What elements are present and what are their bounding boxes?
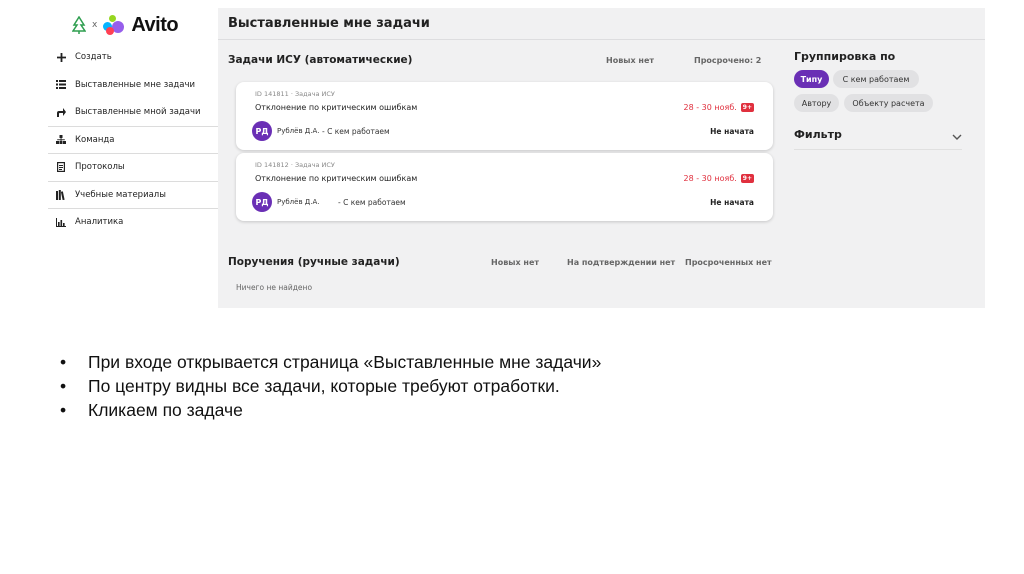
group-chip-author[interactable]: Автору — [794, 94, 839, 112]
forward-arrow-icon — [56, 107, 66, 117]
page-title: Выставленные мне задачи — [228, 16, 430, 31]
sidebar-item-assigned-by-me[interactable]: Выставленные мной задачи — [48, 99, 218, 127]
task-date: 28 - 30 нояб. 9+ — [683, 103, 754, 112]
sidebar-item-label: Аналитика — [75, 217, 124, 228]
chart-icon — [56, 217, 66, 227]
sidebar-item-label: Учебные материалы — [75, 189, 166, 200]
task-date-text: 28 - 30 нояб. — [683, 103, 737, 112]
team-icon — [56, 135, 66, 145]
sidebar-item-learning[interactable]: Учебные материалы — [48, 182, 218, 209]
avatar: РД — [252, 121, 272, 141]
sidebar-item-assigned-to-me[interactable]: Выставленные мне задачи — [48, 72, 218, 100]
status-badge: Не начата — [710, 127, 754, 136]
sidebar-item-create[interactable]: Создать — [48, 44, 218, 72]
chevron-down-icon — [952, 125, 962, 144]
sidebar-item-label: Выставленные мне задачи — [75, 79, 196, 90]
sidebar-nav: Создать Выставленные мне задачи Выставле… — [48, 44, 218, 237]
grouping-title: Группировка по — [794, 50, 896, 63]
task-id: ID 141811 · Задача ИСУ — [255, 90, 335, 98]
task-card[interactable]: ID 141811 · Задача ИСУ Отклонение по кри… — [236, 82, 773, 150]
tree-logo-icon — [72, 16, 86, 34]
sidebar: x Avito Создать Выставленные мне задачи — [48, 8, 218, 308]
sidebar-item-label: Создать — [75, 52, 112, 63]
manual-new-filter[interactable]: Новых нет — [491, 258, 539, 267]
note-item: Кликаем по задаче — [58, 398, 601, 422]
filter-toggle[interactable]: Фильтр — [794, 125, 962, 150]
page-header: Выставленные мне задачи — [218, 8, 985, 40]
avito-dots-icon — [103, 15, 125, 35]
task-name: Отклонение по критическим ошибкам — [255, 174, 418, 183]
auto-tasks-title: Задачи ИСУ (автоматические) — [228, 54, 413, 66]
status-badge: Не начата — [710, 198, 754, 207]
books-icon — [56, 189, 66, 200]
sidebar-item-label: Выставленные мной задачи — [75, 107, 201, 118]
sidebar-item-protocols[interactable]: Протоколы — [48, 154, 218, 182]
note-item: По центру видны все задачи, которые треб… — [58, 374, 601, 398]
task-author: Рублёв Д.А. — [277, 127, 320, 135]
empty-state-text: Ничего не найдено — [236, 283, 313, 292]
task-date: 28 - 30 нояб. 9+ — [683, 174, 754, 183]
task-author: Рублёв Д.А. — [277, 198, 320, 206]
document-icon — [56, 162, 66, 173]
list-icon — [56, 80, 66, 90]
main-panel: Выставленные мне задачи Задачи ИСУ (авто… — [218, 8, 985, 308]
logo-separator: x — [92, 20, 98, 30]
task-relation: - С кем работаем — [338, 198, 406, 207]
task-card[interactable]: ID 141812 · Задача ИСУ Отклонение по кри… — [236, 153, 773, 221]
manual-overdue-filter[interactable]: Просроченных нет — [685, 258, 772, 267]
filter-title: Фильтр — [794, 128, 842, 141]
note-item: При входе открывается страница «Выставле… — [58, 350, 601, 374]
slide-notes: При входе открывается страница «Выставле… — [58, 350, 601, 422]
brand-name: Avito — [131, 13, 179, 36]
manual-pending-filter[interactable]: На подтверждении нет — [567, 258, 675, 267]
task-name: Отклонение по критическим ошибкам — [255, 103, 418, 112]
manual-tasks-title: Поручения (ручные задачи) — [228, 256, 400, 268]
sidebar-item-team[interactable]: Команда — [48, 127, 218, 154]
group-chip-partner[interactable]: С кем работаем — [833, 70, 919, 88]
auto-overdue-filter[interactable]: Просрочено: 2 — [694, 56, 761, 65]
logo[interactable]: x Avito — [72, 12, 179, 38]
sidebar-item-analytics[interactable]: Аналитика — [48, 209, 218, 237]
auto-new-filter[interactable]: Новых нет — [606, 56, 654, 65]
group-chip-type[interactable]: Типу — [794, 70, 829, 88]
task-date-text: 28 - 30 нояб. — [683, 174, 737, 183]
avatar: РД — [252, 192, 272, 212]
count-badge: 9+ — [740, 174, 754, 183]
plus-icon — [56, 52, 66, 62]
group-chip-calc-object[interactable]: Объекту расчета — [844, 94, 933, 112]
sidebar-item-label: Протоколы — [75, 162, 125, 173]
task-relation: - С кем работаем — [322, 127, 390, 136]
count-badge: 9+ — [740, 103, 754, 112]
task-id: ID 141812 · Задача ИСУ — [255, 161, 335, 169]
sidebar-item-label: Команда — [75, 134, 115, 145]
